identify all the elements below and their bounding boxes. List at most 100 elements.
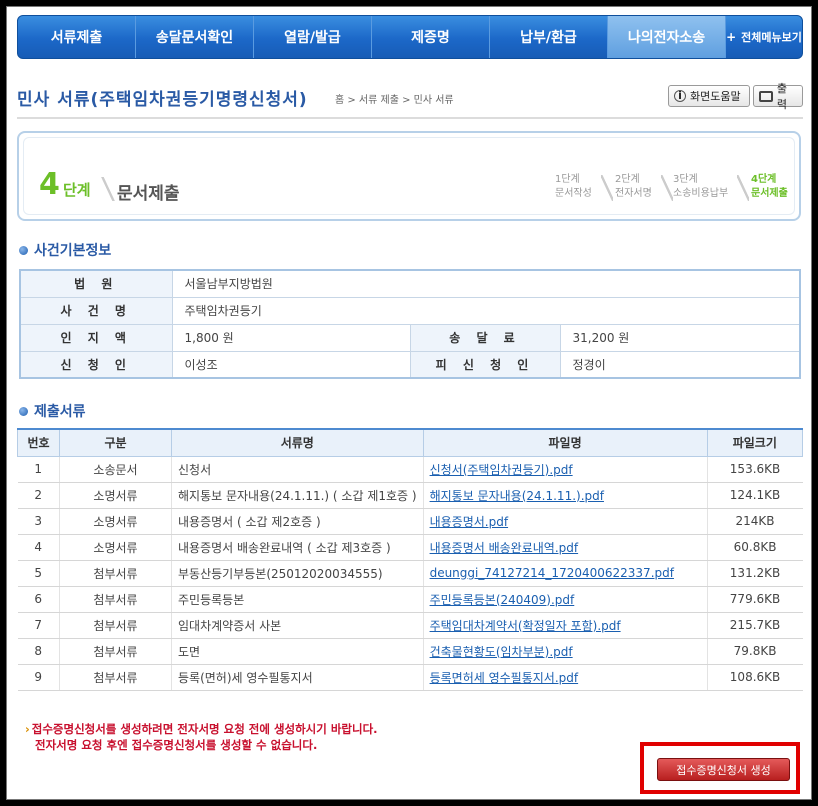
delivery-label: 송 달 료	[409, 323, 561, 352]
nav-item-6[interactable]: 나의전자소송	[608, 16, 726, 58]
print-button-label: 출력	[776, 82, 788, 111]
file-name-cell: 주민등록등본(240409).pdf	[422, 586, 708, 613]
case-info-heading-text: 사건기본정보	[34, 243, 112, 259]
doc-category: 첨부서류	[59, 560, 172, 587]
file-name-cell: deunggi_74127214_1720400622337.pdf	[422, 560, 708, 587]
step-2-label: 전자서명	[615, 188, 652, 199]
case-row-court: 법 원 서울남부지방법원	[19, 269, 801, 298]
doc-name: 주민등록등본	[171, 586, 424, 613]
step-divider	[601, 175, 613, 201]
doc-name: 내용증명서 ( 소갑 제2호증 )	[171, 508, 424, 535]
file-size: 214KB	[706, 508, 803, 535]
file-name-cell: 신청서(주택임차권등기).pdf	[422, 456, 708, 483]
file-link[interactable]: 등록면허세 영수필통지서.pdf	[430, 671, 579, 685]
file-size: 108.6KB	[706, 664, 803, 691]
file-name-cell: 해지통보 문자내용(24.1.11.).pdf	[422, 482, 708, 509]
doc-category: 첨부서류	[59, 638, 172, 665]
step-1: 1단계 문서작성	[555, 173, 592, 201]
table-row: 1 소송문서 신청서 신청서(주택임차권등기).pdf 153.6KB	[17, 456, 803, 483]
file-size: 779.6KB	[706, 586, 803, 613]
notice-line-1: › 접수증명신청서를 생성하려면 전자서명 요청 전에 생성하시기 바랍니다.	[25, 721, 378, 737]
row-number: 5	[17, 560, 60, 587]
col-header: 서류명	[171, 428, 424, 457]
step-1-label: 문서작성	[555, 188, 592, 199]
step-4-number: 4단계	[751, 174, 777, 185]
divider	[17, 117, 803, 119]
doc-name: 부동산등기부등본(25012020034555)	[171, 560, 424, 587]
file-link[interactable]: 주택임대차계약서(확정일자 포함).pdf	[430, 619, 621, 633]
arrow-icon: ›	[25, 722, 30, 736]
bullet-icon	[19, 245, 28, 255]
docs-body: 1 소송문서 신청서 신청서(주택임차권등기).pdf 153.6KB 2 소명서류 해지통보…	[17, 456, 803, 691]
nav-item-2[interactable]: 송달문서확인	[136, 16, 254, 58]
file-size: 124.1KB	[706, 482, 803, 509]
applicant-value: 이성조	[171, 350, 411, 379]
doc-category: 첨부서류	[59, 664, 172, 691]
nav-item-3[interactable]: 열람/발급	[254, 16, 372, 58]
respondent-value: 정경이	[559, 350, 801, 379]
current-step-number: 4	[39, 167, 60, 202]
case-name-value: 주택임차권등기	[171, 296, 801, 325]
printer-icon	[759, 90, 773, 102]
file-link[interactable]: 내용증명서 배송완료내역.pdf	[430, 541, 579, 555]
table-row: 6 첨부서류 주민등록등본 주민등록등본(240409).pdf 779.6KB	[17, 586, 803, 613]
docs-heading-text: 제출서류	[34, 404, 86, 420]
file-link[interactable]: 신청서(주택임차권등기).pdf	[430, 463, 573, 477]
stamp-label: 인 지 액	[19, 323, 173, 352]
doc-category: 소명서류	[59, 508, 172, 535]
docs-heading: 제출서류	[19, 401, 86, 421]
file-link[interactable]: deunggi_74127214_1720400622337.pdf	[430, 566, 674, 580]
file-name-cell: 주택임대차계약서(확정일자 포함).pdf	[422, 612, 708, 639]
file-link[interactable]: 내용증명서.pdf	[430, 515, 508, 529]
row-number: 3	[17, 508, 60, 535]
file-size: 131.2KB	[706, 560, 803, 587]
file-name-cell: 등록면허세 영수필통지서.pdf	[422, 664, 708, 691]
help-button-label: 화면도움말	[690, 90, 741, 103]
row-number: 4	[17, 534, 60, 561]
respondent-label: 피 신 청 인	[409, 350, 561, 379]
nav-item-4[interactable]: 제증명	[372, 16, 490, 58]
bullet-icon	[19, 406, 28, 416]
doc-name: 해지통보 문자내용(24.1.11.) ( 소갑 제1호증 )	[171, 482, 424, 509]
applicant-label: 신 청 인	[19, 350, 173, 379]
plus-icon: +	[726, 30, 737, 44]
row-number: 2	[17, 482, 60, 509]
doc-name: 신청서	[171, 456, 424, 483]
row-number: 6	[17, 586, 60, 613]
step-indicator: 4 단계 문서제출 1단계 문서작성 2단계 전자서명 3단계 소송비용납부 4…	[17, 131, 801, 221]
step-divider	[99, 177, 117, 201]
nav-item-1[interactable]: 서류제출	[18, 16, 136, 58]
step-4: 4단계 문서제출	[751, 173, 788, 201]
doc-category: 첨부서류	[59, 586, 172, 613]
help-button[interactable]: i 화면도움말	[668, 85, 750, 107]
notice-text-1: 접수증명신청서를 생성하려면 전자서명 요청 전에 생성하시기 바랍니다.	[31, 722, 378, 736]
notice-line-2: 전자서명 요청 후엔 접수증명신청서를 생성할 수 없습니다.	[35, 738, 318, 752]
court-value: 서울남부지방법원	[171, 269, 801, 298]
col-header: 파일크기	[706, 428, 804, 457]
case-info-heading: 사건기본정보	[19, 240, 111, 260]
doc-name: 내용증명서 배송완료내역 ( 소갑 제3호증 )	[171, 534, 424, 561]
table-row: 8 첨부서류 도면 건축물현황도(임차부분).pdf 79.8KB	[17, 638, 803, 665]
case-row-parties: 신 청 인 이성조 피 신 청 인 정경이	[19, 350, 801, 379]
step-4-label: 문서제출	[751, 188, 788, 199]
col-header: 번호	[17, 428, 60, 457]
generate-receipt-button[interactable]: 접수증명신청서 생성	[657, 758, 790, 781]
row-number: 1	[17, 456, 60, 483]
page-title: 민사 서류(주택임차권등기명령신청서)	[17, 90, 308, 110]
all-menu-button[interactable]: + 전체메뉴보기	[726, 16, 802, 58]
file-name-cell: 건축물현황도(임차부분).pdf	[422, 638, 708, 665]
file-size: 215.7KB	[706, 612, 803, 639]
file-link[interactable]: 주민등록등본(240409).pdf	[430, 593, 575, 607]
docs-table: 번호 구분 서류명 파일명 파일크기 1 소송문서 신청서 신청서(주택임차권등기).…	[17, 428, 804, 691]
file-link[interactable]: 건축물현황도(임차부분).pdf	[430, 645, 573, 659]
table-row: 2 소명서류 해지통보 문자내용(24.1.11.) ( 소갑 제1호증 ) 해지통보…	[17, 482, 803, 509]
row-number: 8	[17, 638, 60, 665]
current-step-unit: 단계	[63, 181, 91, 199]
file-link[interactable]: 해지통보 문자내용(24.1.11.).pdf	[430, 489, 604, 503]
file-size: 60.8KB	[706, 534, 803, 561]
print-button[interactable]: 출력	[753, 82, 803, 111]
current-step-title: 문서제출	[117, 184, 180, 204]
row-number: 9	[17, 664, 60, 691]
nav-item-5[interactable]: 납부/환급	[490, 16, 608, 58]
doc-category: 소명서류	[59, 534, 172, 561]
